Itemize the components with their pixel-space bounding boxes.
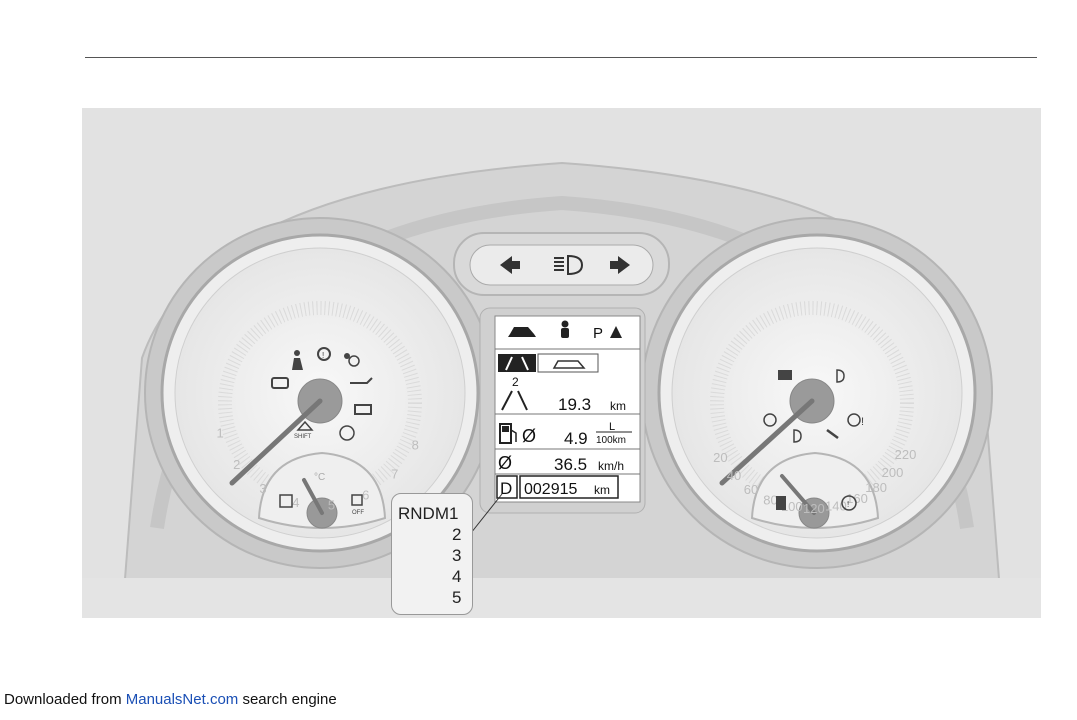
tachometer-tick-label: 1 xyxy=(216,425,223,440)
tachometer-tick-label: 5 xyxy=(328,497,335,512)
shift-label: SHIFT xyxy=(294,434,312,440)
gear-callout: RNDM1 2 3 4 5 xyxy=(391,493,473,615)
tachometer-tick-label: 7 xyxy=(391,467,398,482)
tachometer-tick-label: 3 xyxy=(259,481,266,496)
gear-callout-first: RNDM1 xyxy=(398,504,459,523)
speedometer-tick-label: 220 xyxy=(895,447,917,462)
lcd-odometer-unit: km xyxy=(594,483,610,497)
lcd-avg-speed: 36.5 xyxy=(554,455,587,474)
speedometer-tick-label: 200 xyxy=(882,465,904,480)
immobiliser-icon xyxy=(778,370,792,380)
gear-callout-item: 3 xyxy=(452,546,462,565)
footer-suffix: search engine xyxy=(242,691,337,708)
gear-callout-item: 4 xyxy=(452,567,462,586)
lcd-lane-tab-active xyxy=(498,354,536,372)
svg-text:!: ! xyxy=(847,500,849,509)
speedometer-tick-label: 40 xyxy=(727,468,741,483)
lcd-avg-consumption: 4.9 xyxy=(564,429,588,448)
cluster-drawing: P 2 19.3 km Ø 4.9 L 100km Ø 36.5 km/h D … xyxy=(82,161,1041,618)
speedometer-tick-label: 60 xyxy=(744,482,758,497)
lcd-trip-distance: 19.3 xyxy=(558,395,591,414)
tachometer-tick-label: 6 xyxy=(362,488,369,503)
lcd-car-tab xyxy=(537,353,599,373)
speedometer-tick-label: 80 xyxy=(763,493,777,508)
speedometer-tick-label: 140 xyxy=(825,498,847,513)
lcd-avg-symbol-1: Ø xyxy=(522,426,536,446)
tachometer-tick-label: 4 xyxy=(292,495,299,510)
lcd-trip-distance-unit: km xyxy=(610,399,626,413)
lcd-avg-speed-unit: km/h xyxy=(598,459,624,473)
lcd-avg-symbol-2: Ø xyxy=(498,453,512,473)
footer-credit: Downloaded from ManualsNet.com search en… xyxy=(4,691,337,708)
lcd-odometer: 002915 xyxy=(524,481,577,498)
svg-text:!: ! xyxy=(322,351,324,360)
lcd-gear: D xyxy=(500,479,512,498)
speedometer-tick-label: 180 xyxy=(865,480,887,495)
footer-link[interactable]: ManualsNet.com xyxy=(126,691,239,708)
gear-callout-item: 5 xyxy=(452,588,462,607)
tachometer-tick-label: 2 xyxy=(233,457,240,472)
off-label: OFF xyxy=(352,510,364,516)
lcd-trip-number: 2 xyxy=(512,375,519,389)
instrument-cluster-illustration: P 2 19.3 km Ø 4.9 L 100km Ø 36.5 km/h D … xyxy=(82,108,1041,618)
lcd-consumption-unit-top: L xyxy=(609,421,615,433)
footer-prefix: Downloaded from xyxy=(4,691,122,708)
svg-text:!: ! xyxy=(861,416,864,428)
speedometer-tick-label: 120 xyxy=(803,501,825,516)
lcd-park-label: P xyxy=(593,325,603,342)
gear-callout-item: 2 xyxy=(452,525,462,544)
header-rule xyxy=(85,57,1037,58)
low-fuel-icon xyxy=(776,496,786,510)
lcd-seat-occupant-icon xyxy=(561,320,569,338)
lower-dash xyxy=(82,578,1041,618)
tachometer-tick-label: 8 xyxy=(412,437,419,452)
speedometer-tick-label: 20 xyxy=(713,450,727,465)
temp-unit-label: °C xyxy=(314,472,325,483)
lcd-consumption-unit-bottom: 100km xyxy=(596,435,626,446)
